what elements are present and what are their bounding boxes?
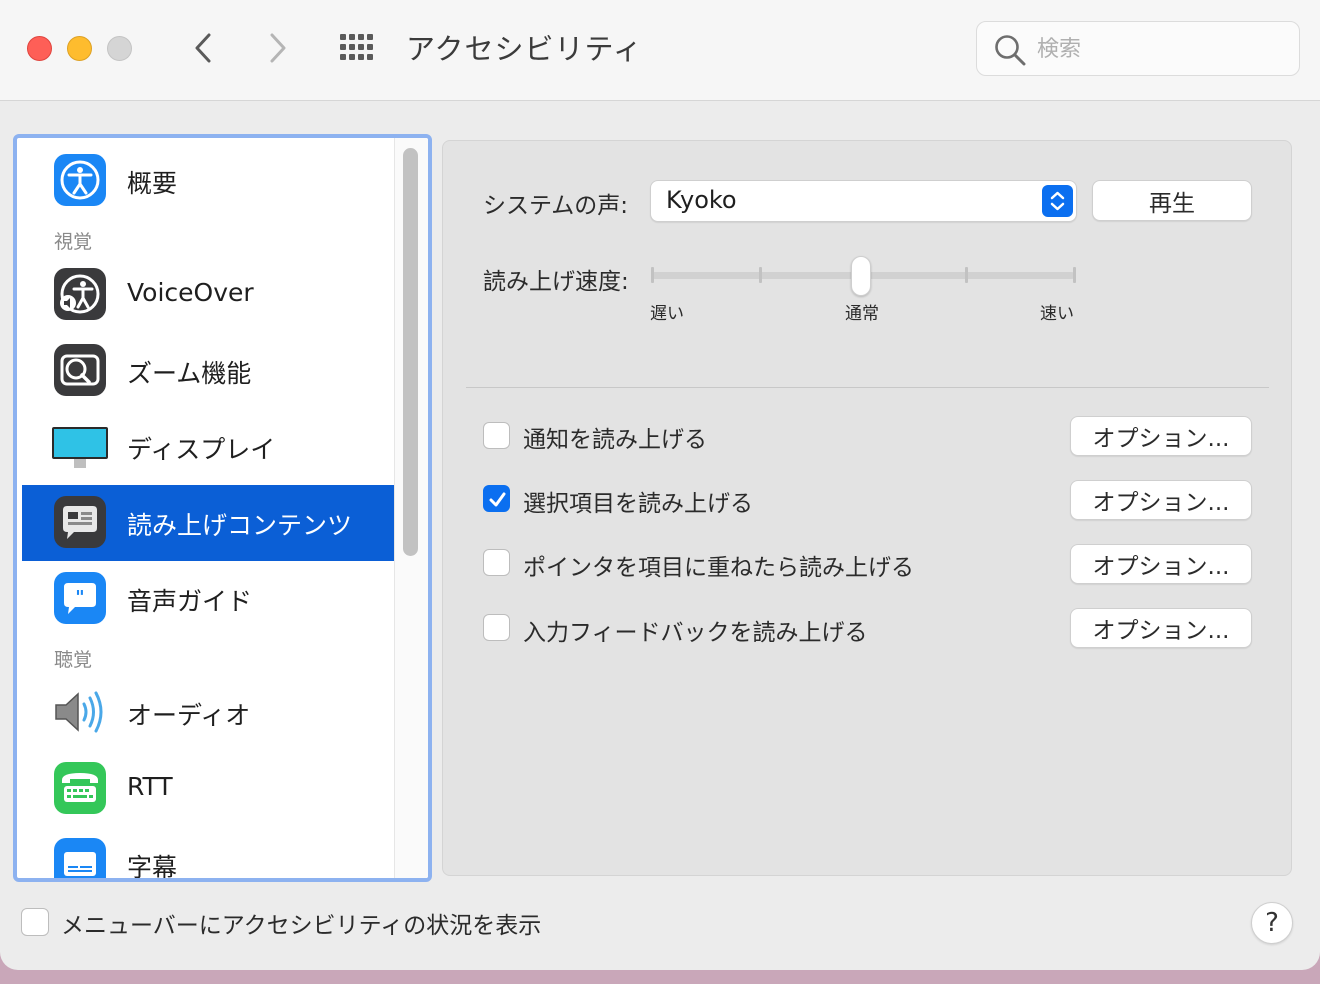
help-button[interactable]: ? [1251, 902, 1293, 944]
speak-announcements-checkbox[interactable] [483, 422, 510, 449]
sidebar-item-label: VoiceOver [127, 278, 254, 307]
sidebar: 概要 視覚 VoiceOver ズーム機能 ディスプレイ 読み上げコンテンツ "… [13, 134, 432, 882]
sidebar-item-descriptions[interactable]: " 音声ガイド [22, 561, 394, 637]
sidebar-item-label: 音声ガイド [127, 587, 253, 616]
slider-knob[interactable] [851, 256, 871, 296]
slider-tick [759, 267, 762, 283]
system-preferences-window: アクセシビリティ 概要 視覚 [0, 0, 1320, 970]
speak-under-pointer-label: ポインタを項目に重ねたら読み上げる [523, 555, 914, 581]
sidebar-item-general[interactable]: 概要 [22, 143, 394, 219]
forward-button[interactable] [258, 28, 298, 68]
speak-selection-label: 選択項目を読み上げる [523, 491, 753, 517]
search-field[interactable] [976, 21, 1300, 76]
speaking-rate-label: 読み上げ速度: [483, 269, 629, 295]
speak-typing-feedback-checkbox[interactable] [483, 614, 510, 641]
tick-label-fast: 速い [1040, 304, 1074, 324]
divider [466, 387, 1269, 388]
popup-stepper [1042, 185, 1073, 217]
show-all-button[interactable] [336, 30, 380, 66]
toolbar: アクセシビリティ [0, 0, 1320, 101]
zoom-window-button[interactable] [107, 36, 132, 61]
svg-text:": " [75, 587, 84, 608]
tick-label-slow: 遅い [650, 304, 684, 324]
sidebar-item-label: 概要 [127, 169, 178, 198]
system-voice-label: システムの声: [483, 193, 629, 219]
tick-label-normal: 通常 [845, 304, 879, 324]
sidebar-item-voiceover[interactable]: VoiceOver [22, 257, 394, 333]
sidebar-item-label: ディスプレイ [127, 435, 276, 464]
sidebar-item-label: オーディオ [127, 701, 251, 730]
selection-options-button[interactable]: オプション... [1070, 480, 1252, 520]
captions-icon [54, 838, 106, 878]
close-window-button[interactable] [27, 36, 52, 61]
slider-tick [1073, 267, 1076, 283]
speak-typing-feedback-label: 入力フィードバックを読み上げる [523, 620, 868, 646]
play-button[interactable]: 再生 [1092, 180, 1252, 221]
chevron-right-icon [270, 33, 286, 63]
minimize-window-button[interactable] [67, 36, 92, 61]
slider-tick [965, 267, 968, 283]
speak-announcements-label: 通知を読み上げる [523, 427, 707, 453]
sidebar-scrollbar[interactable] [394, 138, 428, 878]
chevron-up-down-icon [1050, 191, 1065, 211]
rtt-icon [54, 762, 106, 814]
spoken-content-icon [54, 496, 106, 548]
window-title: アクセシビリティ [406, 32, 643, 66]
search-icon [995, 35, 1026, 66]
section-header-vision: 視覚 [54, 231, 93, 253]
sidebar-item-rtt[interactable]: RTT [22, 751, 394, 827]
sidebar-item-audio[interactable]: オーディオ [22, 675, 394, 751]
sidebar-item-label: ズーム機能 [127, 359, 252, 388]
slider-tick [651, 267, 654, 283]
sidebar-item-label: 字幕 [127, 853, 178, 882]
voiceover-icon [54, 268, 106, 320]
display-icon [52, 427, 108, 468]
section-header-hearing: 聴覚 [54, 649, 93, 671]
sidebar-list: 概要 視覚 VoiceOver ズーム機能 ディスプレイ 読み上げコンテンツ "… [22, 138, 394, 878]
show-status-in-menubar-checkbox[interactable] [21, 908, 49, 936]
system-voice-popup[interactable]: Kyoko [650, 180, 1077, 222]
search-input[interactable] [1037, 34, 1287, 64]
pointer-options-button[interactable]: オプション... [1070, 544, 1252, 584]
sidebar-item-spoken-content[interactable]: 読み上げコンテンツ [22, 485, 394, 561]
descriptions-icon: " [54, 572, 106, 624]
speak-selection-checkbox[interactable] [483, 485, 510, 512]
sidebar-item-label: RTT [127, 772, 173, 801]
sidebar-item-captions[interactable]: 字幕 [22, 827, 394, 882]
announcements-options-button[interactable]: オプション... [1070, 416, 1252, 456]
checkmark-icon [489, 492, 506, 507]
spoken-content-panel: システムの声: Kyoko 再生 読み上げ速度: 遅い 通常 速い 通知を読み上… [442, 140, 1292, 876]
audio-icon [55, 691, 103, 733]
sidebar-scroll-thumb[interactable] [403, 148, 418, 556]
chevron-left-icon [195, 33, 211, 63]
system-voice-value: Kyoko [666, 186, 737, 214]
sidebar-item-display[interactable]: ディスプレイ [22, 409, 394, 485]
back-button[interactable] [184, 28, 224, 68]
zoom-icon [54, 344, 106, 396]
typing-feedback-options-button[interactable]: オプション... [1070, 608, 1252, 648]
grid-icon [340, 34, 373, 60]
sidebar-item-zoom[interactable]: ズーム機能 [22, 333, 394, 409]
show-status-in-menubar-label: メニューバーにアクセシビリティの状況を表示 [61, 913, 542, 939]
sidebar-item-label: 読み上げコンテンツ [127, 511, 353, 540]
accessibility-icon [54, 154, 106, 206]
speak-under-pointer-checkbox[interactable] [483, 549, 510, 576]
